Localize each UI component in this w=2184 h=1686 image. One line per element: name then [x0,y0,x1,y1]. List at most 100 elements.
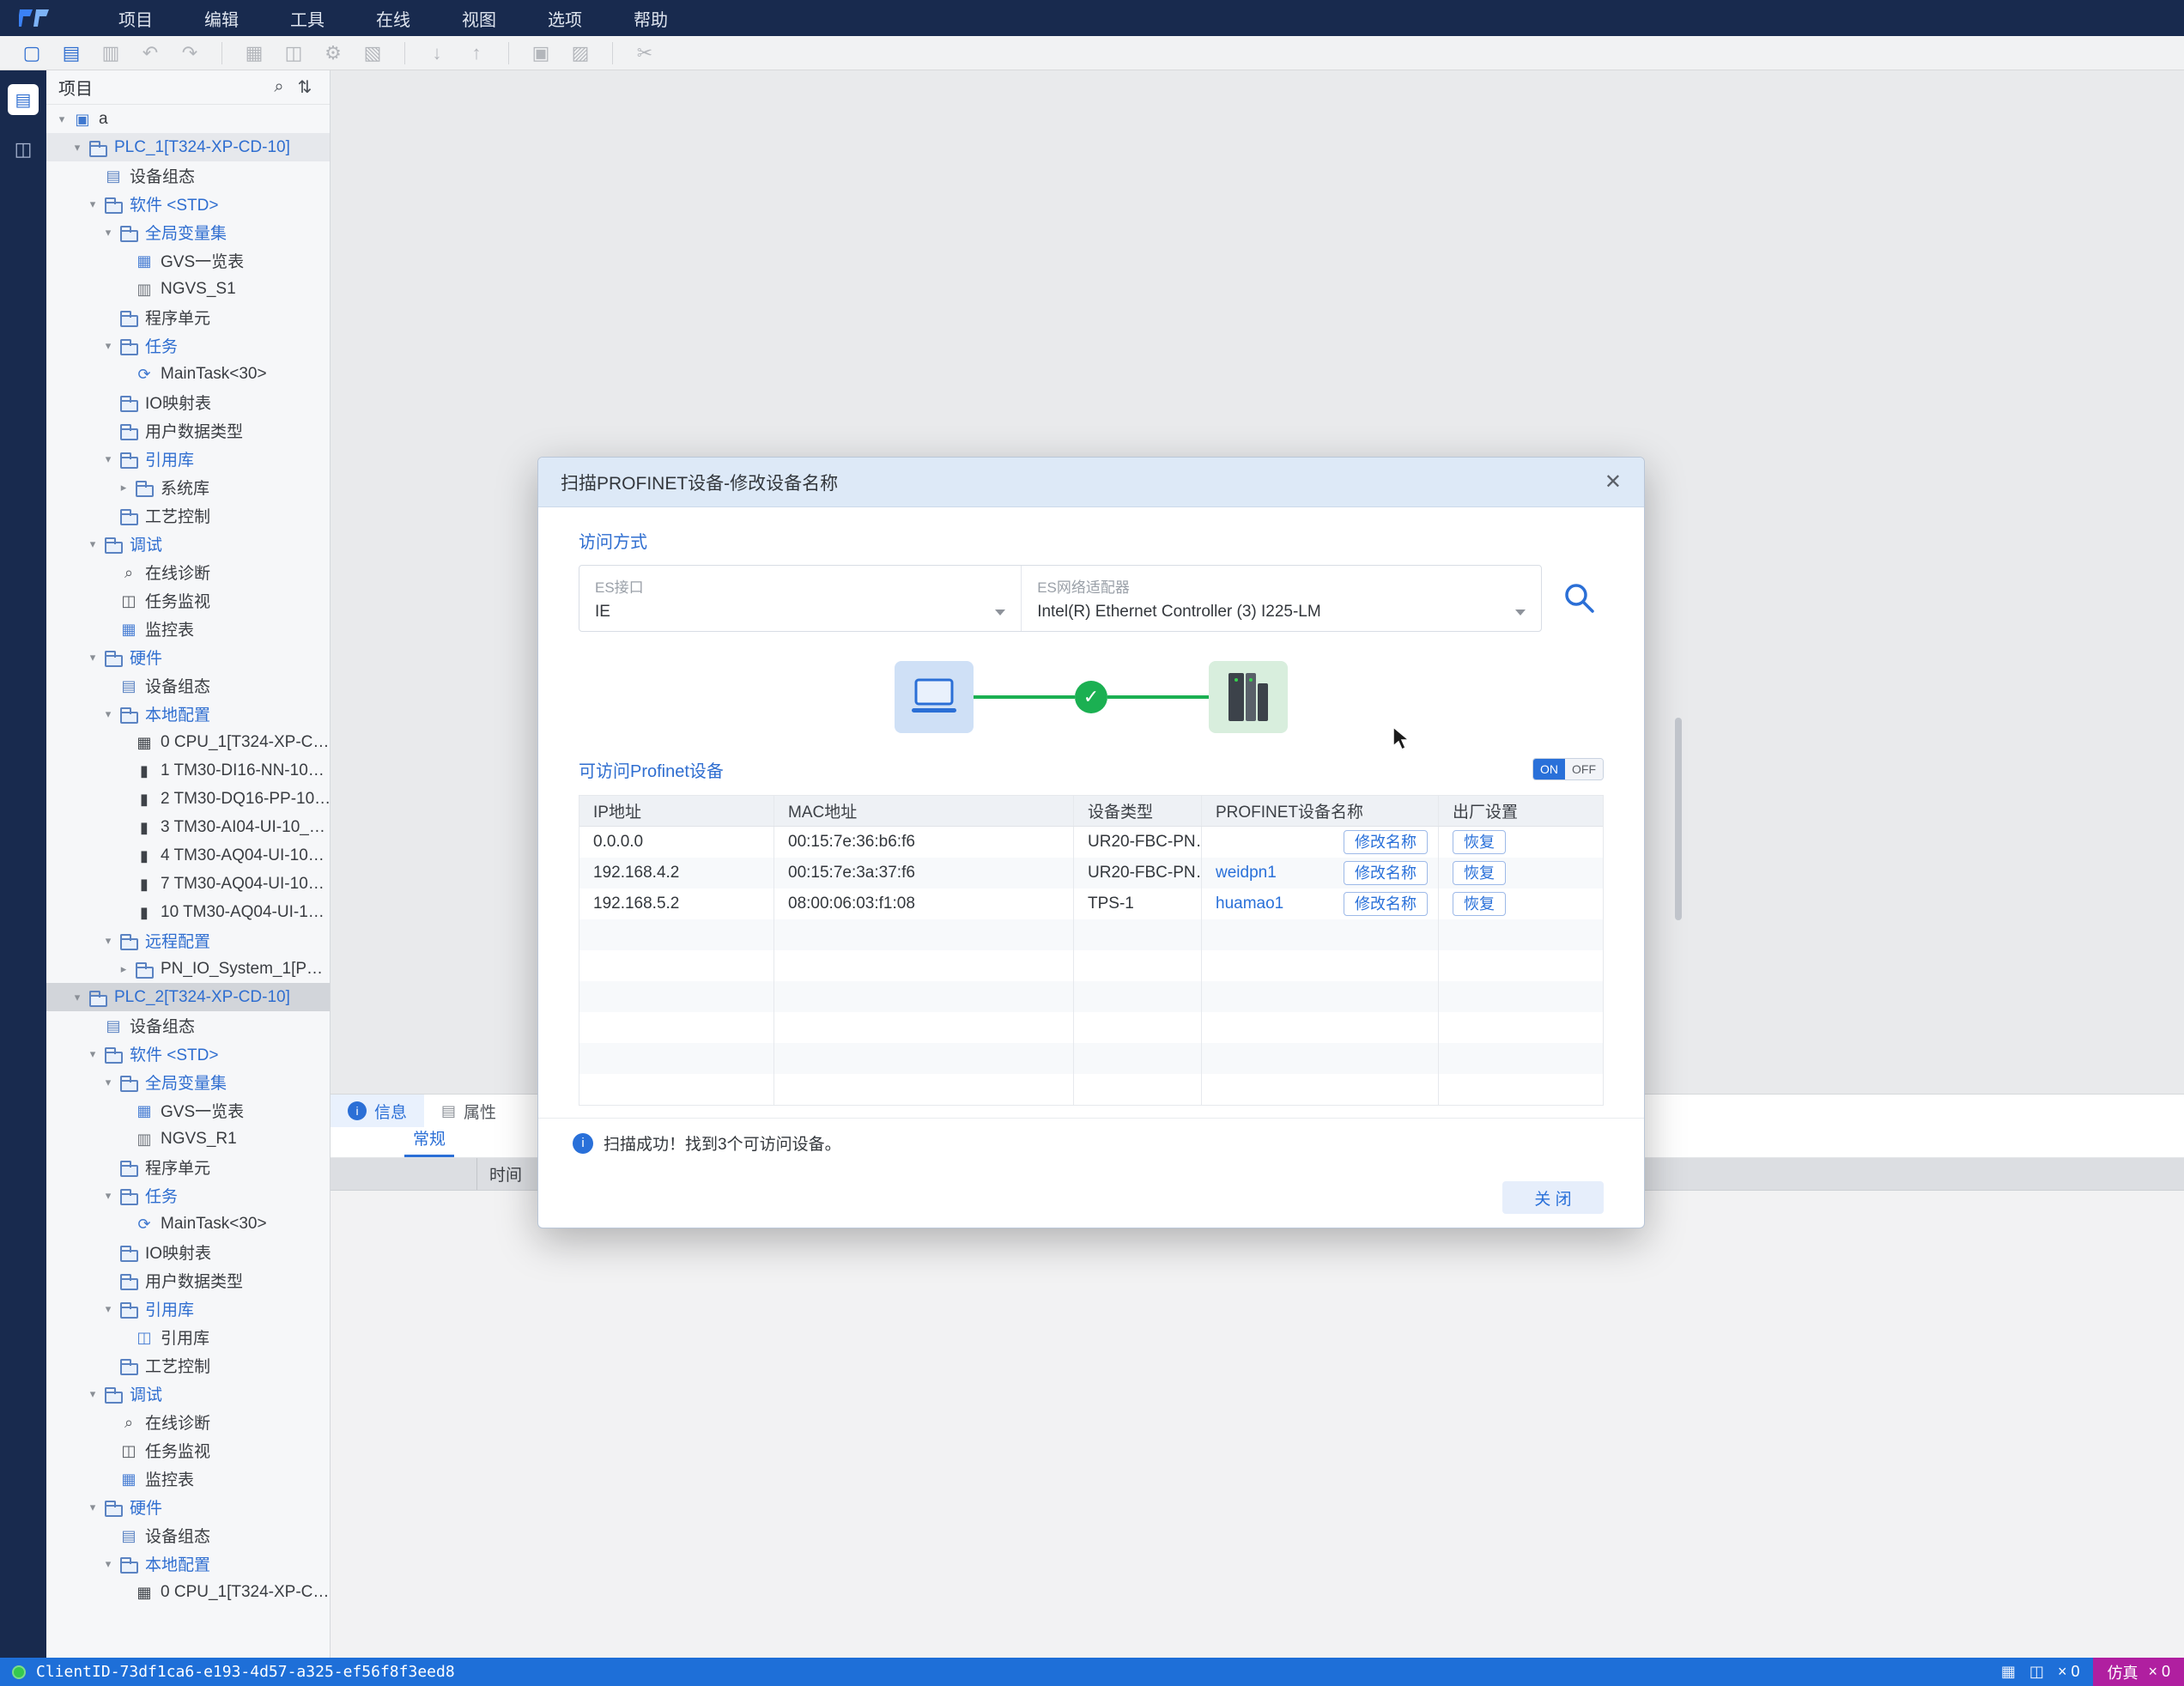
tree-search-icon[interactable] [266,77,292,97]
tree-item[interactable]: GVS一览表 [46,1096,330,1125]
restore-button[interactable]: 恢复 [1453,861,1506,885]
expand-arrow-icon[interactable]: ▸ [113,481,134,494]
tree-item[interactable]: 工艺控制 [46,1351,330,1380]
tree-item[interactable]: ▾ 硬件 [46,643,330,671]
tree-item[interactable]: ▾ 任务 [46,331,330,360]
device-row[interactable]: 192.168.4.2 00:15:7e:3a:37:f6 UR20-FBC-P… [579,858,1603,888]
menu-item[interactable]: 在线 [350,0,436,36]
tree-item[interactable]: 工艺控制 [46,501,330,530]
tree-item[interactable]: 监控表 [46,1465,330,1493]
tree-item[interactable]: ▾ 软件 <STD> [46,190,330,218]
restore-button[interactable]: 恢复 [1453,892,1506,916]
menu-item[interactable]: 编辑 [179,0,264,36]
tree-item[interactable]: 任务监视 [46,586,330,615]
tree-item[interactable]: ▾ 硬件 [46,1493,330,1521]
toolbar-button[interactable] [632,40,658,66]
restore-button[interactable]: 恢复 [1453,830,1506,854]
rename-button[interactable]: 修改名称 [1344,830,1428,854]
tree-item[interactable]: ▾ PLC_1[T324-XP-CD-10] [46,133,330,161]
toolbar-button[interactable] [58,40,84,66]
table-column-header[interactable]: 出厂设置 [1439,796,1603,826]
tree-item[interactable]: ▸ PN_IO_System_1[P… [46,955,330,983]
tree-item[interactable]: NGVS_R1 [46,1125,330,1153]
tree-item[interactable]: NGVS_S1 [46,275,330,303]
toolbar-button[interactable] [320,40,346,66]
tree-item[interactable]: 2 TM30-DQ16-PP-10… [46,785,330,813]
scrollbar-thumb[interactable] [1675,718,1682,920]
toolbar-button[interactable] [464,40,489,66]
device-table-empty-row[interactable] [579,1074,1603,1105]
menu-item[interactable]: 帮助 [608,0,694,36]
device-table-empty-row[interactable] [579,950,1603,981]
expand-arrow-icon[interactable]: ▾ [67,991,88,1004]
tree-item[interactable]: 引用库 [46,1323,330,1351]
tree-item[interactable]: 7 TM30-AQ04-UI-10… [46,870,330,898]
scan-button[interactable] [1556,579,1604,617]
tree-item[interactable]: 在线诊断 [46,1408,330,1436]
tree-item[interactable]: IO映射表 [46,388,330,416]
expand-arrow-icon[interactable]: ▾ [52,112,72,126]
tree-item[interactable]: 任务监视 [46,1436,330,1465]
expand-arrow-icon[interactable]: ▾ [98,934,118,948]
table-column-header[interactable]: PROFINET设备名称 [1202,796,1439,826]
expand-arrow-icon[interactable]: ▾ [98,1302,118,1316]
menu-item[interactable]: 选项 [522,0,608,36]
subtab-general[interactable]: 常规 [404,1126,454,1157]
tree-item[interactable]: IO映射表 [46,1238,330,1266]
tree-item[interactable]: ▾ 任务 [46,1181,330,1210]
tree-item[interactable]: 设备组态 [46,1011,330,1040]
expand-arrow-icon[interactable]: ▾ [67,141,88,155]
table-column-header[interactable]: IP地址 [579,796,774,826]
tree-item[interactable]: ▾ PLC_2[T324-XP-CD-10] [46,983,330,1011]
toolbar-button[interactable] [424,40,450,66]
tree-item[interactable]: 程序单元 [46,303,330,331]
expand-arrow-icon[interactable]: ▾ [82,1501,103,1514]
tree-item[interactable]: ▾ 调试 [46,1380,330,1408]
table-column-header[interactable]: MAC地址 [774,796,1074,826]
tree-item[interactable]: 1 TM30-DI16-NN-10… [46,756,330,785]
tree-item[interactable]: GVS一览表 [46,246,330,275]
device-table-empty-row[interactable] [579,1012,1603,1043]
device-row[interactable]: 192.168.5.2 08:00:06:03:f1:08 TPS-1 huam… [579,888,1603,919]
tree-item[interactable]: ▸ 系统库 [46,473,330,501]
tree-item[interactable]: ▾ 引用库 [46,445,330,473]
project-tree-rail-icon[interactable] [8,84,39,115]
device-row[interactable]: 0.0.0.0 00:15:7e:36:b6:f6 UR20-FBC-PN… 修… [579,827,1603,858]
menu-item[interactable]: 视图 [436,0,522,36]
toolbar-button[interactable] [98,40,124,66]
tree-item[interactable]: 0 CPU_1[T324-XP-C… [46,728,330,756]
tree-item[interactable]: 10 TM30-AQ04-UI-1… [46,898,330,926]
expand-arrow-icon[interactable]: ▾ [98,707,118,721]
toolbar-button[interactable] [360,40,385,66]
toolbar-button[interactable] [567,40,593,66]
tree-item[interactable]: 监控表 [46,615,330,643]
tree-item[interactable]: ▾ a [46,105,330,133]
tree-item[interactable]: ▾ 调试 [46,530,330,558]
device-table-empty-row[interactable] [579,919,1603,950]
toolbar-button[interactable] [528,40,554,66]
tree-item[interactable]: 4 TM30-AQ04-UI-10… [46,841,330,870]
monitor-rail-icon[interactable] [8,134,39,165]
flash-led-toggle[interactable]: ON OFF [1532,758,1604,780]
toolbar-button[interactable] [281,40,306,66]
expand-arrow-icon[interactable]: ▾ [82,537,103,551]
tree-item[interactable]: 设备组态 [46,1521,330,1550]
expand-arrow-icon[interactable]: ▾ [98,226,118,240]
simulation-badge[interactable]: 仿真 × 0 [2093,1658,2184,1686]
time-column-header[interactable]: 时间 [476,1158,522,1190]
expand-arrow-icon[interactable]: ▾ [98,1557,118,1571]
tree-item[interactable]: ▾ 本地配置 [46,1550,330,1578]
menu-item[interactable]: 工具 [264,0,350,36]
menu-item[interactable]: 项目 [93,0,179,36]
tree-item[interactable]: ▾ 全局变量集 [46,218,330,246]
tree-item[interactable]: 设备组态 [46,161,330,190]
tree-item[interactable]: ▾ 软件 <STD> [46,1040,330,1068]
device-table-empty-row[interactable] [579,981,1603,1012]
tree-item[interactable]: ▾ 本地配置 [46,700,330,728]
tree-item[interactable]: MainTask<30> [46,360,330,388]
toolbar-button[interactable] [241,40,267,66]
tree-item[interactable]: ▾ 引用库 [46,1295,330,1323]
tree-item[interactable]: ▾ 全局变量集 [46,1068,330,1096]
expand-arrow-icon[interactable]: ▾ [98,339,118,353]
expand-arrow-icon[interactable]: ▾ [82,197,103,211]
